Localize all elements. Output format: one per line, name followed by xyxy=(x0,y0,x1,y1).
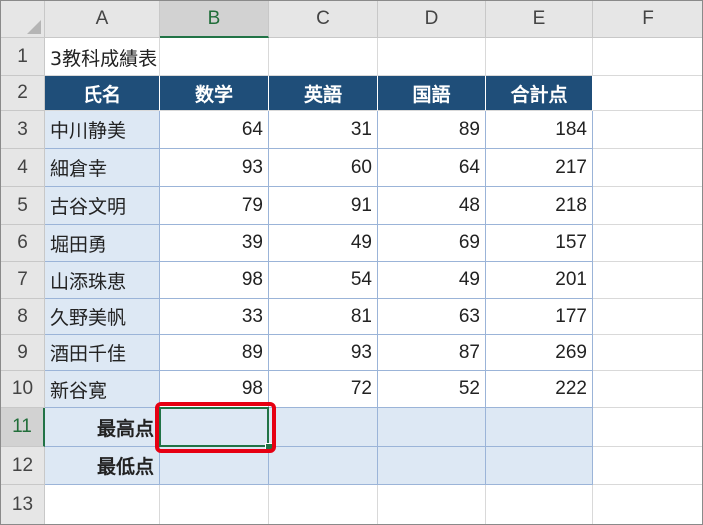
result-cell[interactable] xyxy=(486,447,593,485)
score-cell[interactable]: 98 xyxy=(160,262,269,299)
select-all-triangle-icon xyxy=(27,20,41,34)
student-name-cell[interactable]: 酒田千佳 xyxy=(45,335,160,371)
score-cell[interactable]: 81 xyxy=(269,299,378,335)
result-cell[interactable] xyxy=(378,408,486,447)
score-cell[interactable]: 63 xyxy=(378,299,486,335)
grid-cell[interactable] xyxy=(486,485,593,524)
score-cell[interactable]: 89 xyxy=(378,111,486,149)
score-cell[interactable]: 72 xyxy=(269,371,378,408)
row-header-10[interactable]: 10 xyxy=(1,371,45,408)
row-header-4[interactable]: 4 xyxy=(1,149,45,187)
score-cell[interactable]: 64 xyxy=(160,111,269,149)
score-cell[interactable]: 49 xyxy=(269,225,378,262)
student-name-cell[interactable]: 細倉幸 xyxy=(45,149,160,187)
student-name-cell[interactable]: 古谷文明 xyxy=(45,187,160,225)
highlight-annotation xyxy=(155,402,276,453)
row-header-5[interactable]: 5 xyxy=(1,187,45,225)
grid-cell[interactable] xyxy=(593,408,702,447)
grid-cell[interactable] xyxy=(486,38,593,76)
row-header-9[interactable]: 9 xyxy=(1,335,45,371)
table-header-cell[interactable]: 数学 xyxy=(160,76,269,111)
grid-cell[interactable] xyxy=(593,299,702,335)
grid-cell[interactable] xyxy=(593,111,702,149)
spreadsheet-window: A B C D E F 1 2 3 4 5 6 7 8 9 10 11 12 13 3教科成績表 氏名 数学 英語 国語 合計点… xyxy=(0,0,703,525)
score-cell[interactable]: 218 xyxy=(486,187,593,225)
score-cell[interactable]: 87 xyxy=(378,335,486,371)
column-header-d[interactable]: D xyxy=(378,1,486,38)
score-cell[interactable]: 33 xyxy=(160,299,269,335)
row-header-7[interactable]: 7 xyxy=(1,262,45,299)
grid-cell[interactable] xyxy=(269,38,378,76)
select-all-corner[interactable] xyxy=(1,1,45,38)
score-cell[interactable]: 64 xyxy=(378,149,486,187)
grid-cell[interactable] xyxy=(45,485,160,524)
student-name-cell[interactable]: 山添珠恵 xyxy=(45,262,160,299)
score-cell[interactable]: 177 xyxy=(486,299,593,335)
score-cell[interactable]: 269 xyxy=(486,335,593,371)
grid-cell[interactable] xyxy=(593,262,702,299)
score-cell[interactable]: 222 xyxy=(486,371,593,408)
grid-cell[interactable] xyxy=(593,447,702,485)
score-cell[interactable]: 91 xyxy=(269,187,378,225)
column-header-b[interactable]: B xyxy=(160,1,269,38)
score-cell[interactable]: 93 xyxy=(269,335,378,371)
grid-cell[interactable] xyxy=(269,485,378,524)
result-cell[interactable] xyxy=(486,408,593,447)
row-header-8[interactable]: 8 xyxy=(1,299,45,335)
score-cell[interactable]: 48 xyxy=(378,187,486,225)
grid-cell[interactable] xyxy=(593,485,702,524)
max-score-label[interactable]: 最高点 xyxy=(45,408,160,447)
grid-cell[interactable] xyxy=(378,485,486,524)
grid-cell[interactable] xyxy=(593,149,702,187)
row-header-2[interactable]: 2 xyxy=(1,76,45,111)
student-name-cell[interactable]: 中川静美 xyxy=(45,111,160,149)
score-cell[interactable]: 93 xyxy=(160,149,269,187)
grid-cell[interactable] xyxy=(593,187,702,225)
table-header-cell[interactable]: 国語 xyxy=(378,76,486,111)
table-header-cell[interactable]: 合計点 xyxy=(486,76,593,111)
result-cell[interactable] xyxy=(269,408,378,447)
grid-cell[interactable] xyxy=(593,38,702,76)
score-cell[interactable]: 79 xyxy=(160,187,269,225)
score-cell[interactable]: 31 xyxy=(269,111,378,149)
score-cell[interactable]: 89 xyxy=(160,335,269,371)
min-score-label[interactable]: 最低点 xyxy=(45,447,160,485)
column-header-a[interactable]: A xyxy=(45,1,160,38)
student-name-cell[interactable]: 堀田勇 xyxy=(45,225,160,262)
score-cell[interactable]: 201 xyxy=(486,262,593,299)
score-cell[interactable]: 69 xyxy=(378,225,486,262)
student-name-cell[interactable]: 新谷寛 xyxy=(45,371,160,408)
grid-cell[interactable] xyxy=(593,225,702,262)
row-header-11[interactable]: 11 xyxy=(1,408,45,447)
grid-cell[interactable] xyxy=(593,335,702,371)
row-header-13[interactable]: 13 xyxy=(1,485,45,524)
row-header-3[interactable]: 3 xyxy=(1,111,45,149)
row-header-1[interactable]: 1 xyxy=(1,38,45,76)
grid-cell[interactable] xyxy=(378,38,486,76)
grid-cell[interactable] xyxy=(160,485,269,524)
sheet-title-cell[interactable]: 3教科成績表 xyxy=(45,38,250,76)
score-cell[interactable]: 217 xyxy=(486,149,593,187)
result-cell[interactable] xyxy=(269,447,378,485)
score-cell[interactable]: 184 xyxy=(486,111,593,149)
score-cell[interactable]: 157 xyxy=(486,225,593,262)
grid-cell[interactable] xyxy=(593,76,702,111)
score-cell[interactable]: 52 xyxy=(378,371,486,408)
row-header-6[interactable]: 6 xyxy=(1,225,45,262)
score-cell[interactable]: 39 xyxy=(160,225,269,262)
result-cell[interactable] xyxy=(378,447,486,485)
grid-cell[interactable] xyxy=(593,371,702,408)
table-header-cell[interactable]: 英語 xyxy=(269,76,378,111)
row-header-12[interactable]: 12 xyxy=(1,447,45,485)
score-cell[interactable]: 49 xyxy=(378,262,486,299)
column-header-e[interactable]: E xyxy=(486,1,593,38)
column-header-c[interactable]: C xyxy=(269,1,378,38)
score-cell[interactable]: 54 xyxy=(269,262,378,299)
column-header-f[interactable]: F xyxy=(593,1,702,38)
table-header-cell[interactable]: 氏名 xyxy=(45,76,160,111)
score-cell[interactable]: 60 xyxy=(269,149,378,187)
student-name-cell[interactable]: 久野美帆 xyxy=(45,299,160,335)
